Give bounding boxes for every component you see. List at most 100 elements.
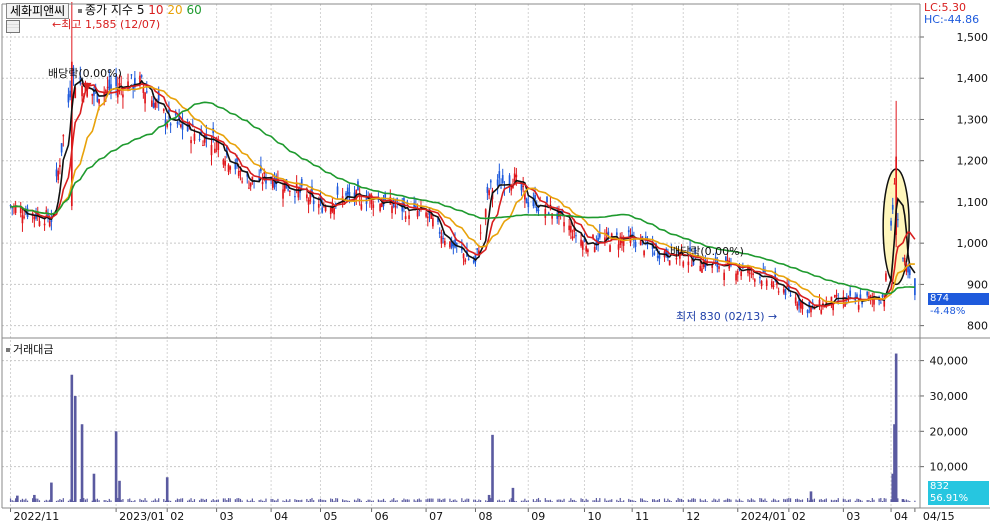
candle-body bbox=[489, 180, 492, 183]
candle-body bbox=[806, 310, 809, 314]
volume-bar bbox=[723, 500, 725, 502]
volume-bar bbox=[905, 499, 907, 502]
volume-bar bbox=[704, 499, 707, 502]
candle-body bbox=[249, 182, 252, 187]
volume-bar bbox=[239, 498, 242, 502]
volume-bar bbox=[735, 499, 737, 502]
volume-bar bbox=[726, 498, 729, 502]
candle-body bbox=[336, 186, 339, 195]
volume-bar bbox=[47, 500, 49, 502]
volume-bar bbox=[633, 500, 635, 502]
candle-body bbox=[317, 203, 320, 208]
candle-body bbox=[701, 268, 703, 273]
candle-body bbox=[687, 261, 690, 266]
volume-bar bbox=[381, 500, 383, 502]
volume-bar bbox=[202, 498, 204, 502]
volume-bar bbox=[701, 500, 703, 502]
candle-body bbox=[500, 187, 502, 189]
volume-bar bbox=[657, 499, 659, 502]
candle-body bbox=[832, 304, 834, 311]
volume-spike-bar bbox=[50, 482, 53, 502]
volume-bar bbox=[251, 498, 253, 502]
volume-bar bbox=[321, 499, 323, 502]
indicator-legend: 종가 지수 5 10 20 60 bbox=[78, 3, 202, 17]
volume-bar bbox=[384, 500, 386, 502]
volume-bar bbox=[532, 499, 534, 502]
volume-spike-bar bbox=[92, 473, 96, 502]
candle-body bbox=[306, 194, 308, 199]
volume-bar bbox=[606, 500, 608, 502]
candle-body bbox=[440, 236, 443, 244]
dividend-label-2: 배당락(0.00%) bbox=[670, 245, 744, 258]
candle-body bbox=[740, 271, 743, 277]
volume-bar bbox=[621, 501, 623, 502]
candle-body bbox=[345, 192, 347, 196]
volume-bar bbox=[536, 498, 538, 502]
candle-body bbox=[903, 257, 906, 263]
volume-bar bbox=[437, 498, 439, 502]
volume-bar bbox=[703, 500, 705, 502]
volume-bar bbox=[415, 500, 417, 502]
candle-body bbox=[239, 170, 242, 173]
volume-bar bbox=[258, 500, 260, 502]
candle-body bbox=[859, 294, 862, 299]
ma20-label: 20 bbox=[167, 3, 183, 17]
volume-bar bbox=[609, 499, 611, 502]
candle-body bbox=[585, 246, 588, 252]
candle-body bbox=[794, 297, 797, 304]
volume-bar bbox=[67, 500, 70, 502]
volume-bar bbox=[560, 499, 562, 502]
volume-bar bbox=[103, 500, 105, 502]
volume-bar bbox=[335, 498, 337, 502]
candle-body bbox=[484, 209, 487, 217]
volume-bar bbox=[134, 500, 136, 502]
volume-bar bbox=[370, 501, 373, 502]
volume-bar bbox=[786, 498, 788, 502]
candle-body bbox=[329, 208, 332, 215]
volume-bar bbox=[766, 500, 768, 502]
candle-body bbox=[575, 235, 577, 237]
current-price: 874 bbox=[930, 293, 950, 304]
volume-bar bbox=[98, 500, 100, 502]
candle-body bbox=[426, 216, 429, 219]
right-arrow-icon: → bbox=[768, 310, 778, 323]
candle-body bbox=[544, 209, 547, 218]
volume-bar bbox=[750, 498, 752, 502]
candle-body bbox=[312, 200, 315, 205]
volume-bar bbox=[788, 498, 790, 502]
volume-bar bbox=[570, 498, 572, 502]
candle-body bbox=[760, 280, 763, 287]
volume-bar bbox=[250, 500, 252, 502]
candle-body bbox=[67, 94, 70, 103]
volume-bar bbox=[55, 500, 58, 502]
candle-body bbox=[639, 239, 642, 246]
x-tick-label: 10 bbox=[587, 510, 601, 523]
candle-body bbox=[789, 295, 792, 297]
settings-icon[interactable] bbox=[6, 20, 20, 33]
volume-bar bbox=[595, 497, 598, 502]
volume-bar bbox=[634, 501, 637, 502]
candle-body bbox=[486, 186, 489, 193]
volume-change-pct: 56.91% bbox=[930, 493, 969, 504]
volume-bar bbox=[747, 499, 749, 502]
volume-bar bbox=[789, 498, 792, 502]
volume-bar bbox=[583, 500, 586, 502]
volume-bar bbox=[336, 498, 339, 502]
candle-body bbox=[214, 148, 216, 153]
volume-bar bbox=[742, 500, 744, 502]
volume-bar bbox=[442, 498, 444, 502]
volume-bar bbox=[146, 500, 148, 502]
candle-body bbox=[883, 300, 886, 307]
x-tick-label: 08 bbox=[478, 510, 492, 523]
candle-body bbox=[288, 190, 291, 192]
candle-body bbox=[515, 174, 518, 178]
candle-body bbox=[59, 164, 61, 168]
down-arrow-icon: ▼ bbox=[83, 80, 92, 93]
volume-bar bbox=[176, 498, 179, 502]
candle-body bbox=[287, 189, 289, 191]
volume-bar bbox=[474, 499, 477, 502]
volume-spike-bar bbox=[114, 431, 118, 502]
volume-bar bbox=[440, 500, 443, 502]
candle-body bbox=[488, 190, 490, 196]
volume-bar bbox=[847, 499, 850, 502]
